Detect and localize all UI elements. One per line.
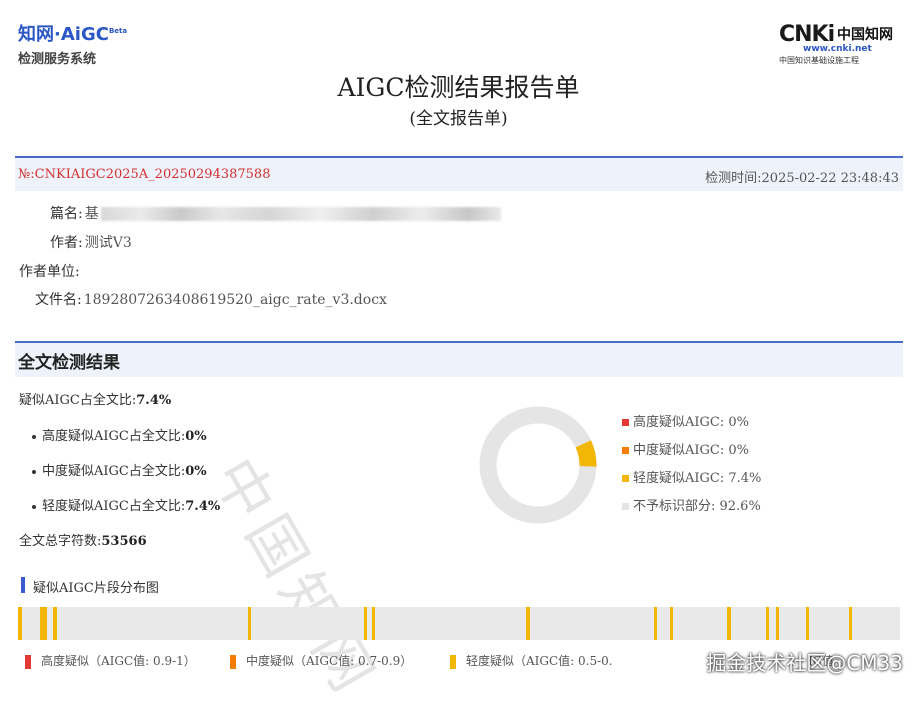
distribution-segment	[775, 607, 779, 640]
legend-none-swatch	[622, 503, 629, 510]
total-characters-label: 全文总字符数:	[19, 534, 102, 549]
distribution-segment	[805, 607, 810, 640]
distribution-segment	[363, 607, 368, 640]
unit-field: 作者单位:	[19, 261, 82, 281]
distribution-segment	[765, 607, 769, 640]
service-logo: 知网·AiGCBeta 检测服务系统	[18, 20, 127, 67]
unit-label: 作者单位:	[19, 264, 80, 280]
section-title: 全文检测结果	[18, 353, 120, 373]
high-aigc-value: 0%	[185, 429, 207, 444]
legend-mid-label: 中度疑似AIGC: 0%	[633, 443, 749, 458]
cnki-logo: CNKi 中国知网 www.cnki.net 中国知识基础设施工程	[779, 22, 901, 66]
bullet-icon	[32, 434, 36, 439]
redacted-title	[100, 207, 501, 221]
distribution-title: 疑似AIGC片段分布图	[33, 581, 159, 596]
logo-text: 知网·AiGC	[18, 24, 109, 45]
distribution-segment	[669, 607, 673, 640]
bottom-legend-high-label: 高度疑似（AIGC值: 0.9-1）	[41, 654, 196, 668]
file-value: 1892807263408619520_aigc_rate_v3.docx	[83, 292, 387, 308]
cnki-cn-name: 中国知网	[837, 27, 893, 43]
report-number: №:CNKIAIGC2025A_20250294387588	[18, 167, 271, 182]
result-section-band	[15, 341, 903, 377]
distribution-marker	[21, 577, 25, 593]
bottom-legend-low-swatch	[450, 654, 456, 669]
logo-beta: Beta	[108, 27, 128, 35]
bullet-icon	[32, 469, 36, 474]
legend-mid-swatch	[622, 447, 629, 454]
file-field: 文件名: 1892807263408619520_aigc_rate_v3.doc…	[35, 289, 387, 309]
mid-aigc-ratio: 中度疑似AIGC占全文比:0%	[32, 460, 207, 479]
paper-title-field: 篇名: 基	[50, 203, 501, 223]
watermark: 中国知网	[199, 446, 391, 710]
distribution-segment	[371, 607, 375, 640]
mid-aigc-label: 中度疑似AIGC占全文比:	[42, 464, 186, 479]
legend-high: 高度疑似AIGC: 0%	[622, 411, 749, 430]
community-watermark: 掘金技术社区@CM33	[706, 651, 903, 675]
bottom-legend-low: 轻度疑似（AIGC值: 0.5-0.	[450, 652, 613, 669]
report-subtitle: (全文报告单)	[409, 109, 508, 129]
aigc-donut-chart	[479, 406, 597, 524]
mid-aigc-value: 0%	[185, 464, 207, 479]
total-aigc-value: 7.4%	[136, 393, 172, 408]
file-label: 文件名:	[35, 292, 82, 308]
bottom-legend-mid-label: 中度疑似（AIGC值: 0.7-0.9）	[246, 654, 413, 668]
test-time: 检测时间:2025-02-22 23:48:43	[705, 171, 899, 186]
paper-title-label: 篇名:	[50, 206, 83, 222]
legend-low-label: 轻度疑似AIGC: 7.4%	[633, 471, 762, 486]
bullet-icon	[32, 504, 36, 509]
legend-high-label: 高度疑似AIGC: 0%	[633, 415, 749, 430]
low-aigc-label: 轻度疑似AIGC占全文比:	[42, 499, 186, 514]
legend-low-swatch	[622, 475, 629, 482]
low-aigc-ratio: 轻度疑似AIGC占全文比:7.4%	[32, 495, 220, 514]
distribution-segment	[848, 607, 853, 640]
distribution-segment	[526, 607, 530, 640]
legend-none: 不予标识部分: 92.6%	[622, 495, 761, 514]
distribution-segment	[53, 607, 57, 640]
author-label: 作者:	[50, 235, 83, 251]
legend-none-label: 不予标识部分: 92.6%	[633, 499, 761, 514]
total-aigc-ratio: 疑似AIGC占全文比:7.4%	[19, 389, 171, 408]
bottom-legend-high-swatch	[25, 654, 31, 669]
bottom-legend-low-label: 轻度疑似（AIGC值: 0.5-0.	[466, 654, 613, 668]
distribution-segment	[248, 607, 252, 640]
author-field: 作者: 测试V3	[50, 232, 132, 252]
legend-high-swatch	[622, 419, 629, 426]
report-title: AIGC检测结果报告单	[337, 73, 580, 102]
paper-title-value: 基	[84, 206, 99, 222]
distribution-segment	[18, 607, 22, 640]
legend-mid: 中度疑似AIGC: 0%	[622, 439, 749, 458]
author-value: 测试V3	[84, 235, 132, 251]
bottom-legend-high: 高度疑似（AIGC值: 0.9-1）	[25, 652, 196, 669]
bottom-legend-mid: 中度疑似（AIGC值: 0.7-0.9）	[230, 652, 412, 669]
distribution-bar	[18, 607, 900, 640]
cnki-url: www.cnki.net	[803, 44, 872, 54]
total-characters: 全文总字符数:53566	[19, 530, 147, 549]
total-characters-value: 53566	[101, 534, 147, 549]
high-aigc-ratio: 高度疑似AIGC占全文比:0%	[32, 425, 207, 444]
total-aigc-label: 疑似AIGC占全文比:	[19, 393, 137, 408]
legend-low: 轻度疑似AIGC: 7.4%	[622, 467, 761, 486]
distribution-segment	[727, 607, 731, 640]
distribution-segment	[653, 607, 657, 640]
donut-unmarked-segment	[479, 406, 597, 524]
high-aigc-label: 高度疑似AIGC占全文比:	[42, 429, 186, 444]
cnki-subtitle: 中国知识基础设施工程	[779, 56, 859, 65]
bottom-legend-mid-swatch	[230, 654, 236, 669]
distribution-segment	[40, 607, 48, 640]
low-aigc-value: 7.4%	[185, 499, 221, 514]
logo-subtitle: 检测服务系统	[18, 52, 97, 67]
